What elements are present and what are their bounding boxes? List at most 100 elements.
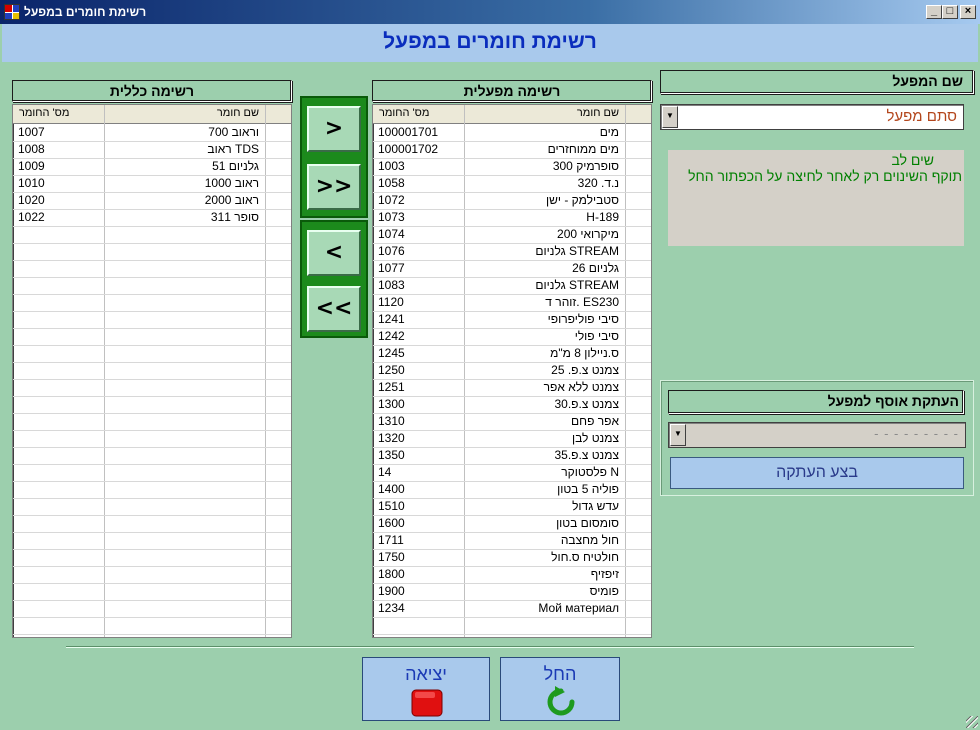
add-all-button[interactable]: >> bbox=[307, 164, 361, 210]
empty-table-row[interactable] bbox=[13, 481, 291, 499]
empty-table-row[interactable] bbox=[13, 226, 291, 244]
factory-select-value: סתם מפעל bbox=[886, 108, 957, 125]
table-row[interactable]: פוליה 5 בטון 1400 bbox=[373, 481, 651, 499]
table-row[interactable]: חול מחצבה 1711 bbox=[373, 532, 651, 550]
separator-line bbox=[66, 646, 914, 648]
copy-section-label: העתקת אוסף למפעל bbox=[827, 393, 959, 409]
resize-grip[interactable] bbox=[966, 716, 978, 728]
table-row[interactable]: סטבילמק - ישן 1072 bbox=[373, 192, 651, 210]
empty-table-row[interactable] bbox=[13, 464, 291, 482]
empty-table-row[interactable] bbox=[13, 532, 291, 550]
empty-table-row[interactable] bbox=[13, 396, 291, 414]
remove-all-button[interactable]: << bbox=[307, 286, 361, 332]
add-selected-button[interactable]: > bbox=[307, 106, 361, 152]
material-name: גלניום 26 bbox=[572, 261, 619, 275]
empty-table-row[interactable] bbox=[13, 447, 291, 465]
table-row[interactable]: N פלסטוקר 14 bbox=[373, 464, 651, 482]
material-name: צמנט צ.פ.30 bbox=[554, 397, 619, 411]
material-number: 1072 bbox=[378, 193, 405, 207]
chevron-down-icon[interactable]: ▼ bbox=[670, 424, 686, 446]
table-row[interactable]: צמנט לבן 1320 bbox=[373, 430, 651, 448]
empty-table-row[interactable] bbox=[373, 617, 651, 635]
table-row[interactable]: ראוב 1000 1010 bbox=[13, 175, 291, 193]
table-row[interactable]: STREAM גלניום 1083 bbox=[373, 277, 651, 295]
empty-table-row[interactable] bbox=[13, 294, 291, 312]
empty-table-row[interactable] bbox=[13, 566, 291, 584]
minimize-button[interactable]: _ bbox=[926, 5, 942, 19]
table-row[interactable]: TDS ראוב 1008 bbox=[13, 141, 291, 159]
empty-table-row[interactable] bbox=[13, 413, 291, 431]
factory-list-grid[interactable]: מס' החומר שם חומר מים 100001701 מים ממוחזר… bbox=[372, 104, 652, 638]
empty-table-row[interactable] bbox=[13, 430, 291, 448]
table-row[interactable]: צמנט ללא אפר 1251 bbox=[373, 379, 651, 397]
table-row[interactable]: ראוב 2000 1020 bbox=[13, 192, 291, 210]
empty-table-row[interactable] bbox=[13, 345, 291, 363]
empty-table-row[interactable] bbox=[13, 243, 291, 261]
maximize-button[interactable]: □ bbox=[942, 5, 958, 19]
material-name: זיפזיף bbox=[590, 567, 619, 581]
table-row[interactable]: ES230 .זוהר ד 1120 bbox=[373, 294, 651, 312]
table-row[interactable]: חולטיח ס.חול 1750 bbox=[373, 549, 651, 567]
material-number: 1083 bbox=[378, 278, 405, 292]
material-number: 1800 bbox=[378, 567, 405, 581]
material-number: 1073 bbox=[378, 210, 405, 224]
chevron-down-icon[interactable]: ▼ bbox=[662, 106, 678, 128]
empty-table-row[interactable] bbox=[13, 379, 291, 397]
empty-table-row[interactable] bbox=[13, 260, 291, 278]
empty-table-row[interactable] bbox=[13, 328, 291, 346]
column-header-name[interactable]: שם חומר bbox=[577, 107, 619, 119]
material-number: 1008 bbox=[18, 142, 45, 156]
copy-section-label-box: העתקת אוסף למפעל bbox=[668, 390, 964, 414]
table-row[interactable]: STREAM גלניום 1076 bbox=[373, 243, 651, 261]
table-row[interactable]: סיבי פולי 1242 bbox=[373, 328, 651, 346]
empty-table-row[interactable] bbox=[13, 498, 291, 516]
table-row[interactable]: צמנט צ.פ.35 1350 bbox=[373, 447, 651, 465]
table-row[interactable]: פומיס 1900 bbox=[373, 583, 651, 601]
empty-table-row[interactable] bbox=[13, 583, 291, 601]
empty-table-row[interactable] bbox=[13, 311, 291, 329]
table-row[interactable]: צמנט צ.פ.30 1300 bbox=[373, 396, 651, 414]
apply-button[interactable]: החל bbox=[500, 657, 620, 721]
table-row[interactable]: 189-H 1073 bbox=[373, 209, 651, 227]
table-row[interactable]: מיקרואי 200 1074 bbox=[373, 226, 651, 244]
table-row[interactable]: סיבי פוליפרופי 1241 bbox=[373, 311, 651, 329]
general-list-grid[interactable]: מס' החומר שם חומר וראוב 700 1007 TDS ראוב 1… bbox=[12, 104, 292, 638]
material-name: נ.ד. 320 bbox=[577, 176, 619, 190]
table-row[interactable]: צמנט צ.פ. 25 1250 bbox=[373, 362, 651, 380]
empty-table-row[interactable] bbox=[13, 617, 291, 635]
material-number: 1310 bbox=[378, 414, 405, 428]
table-row[interactable]: מים ממוחזרים 100001702 bbox=[373, 141, 651, 159]
table-row[interactable]: סופר 311 1022 bbox=[13, 209, 291, 227]
empty-table-row[interactable] bbox=[13, 277, 291, 295]
empty-table-row[interactable] bbox=[13, 549, 291, 567]
copy-target-select[interactable]: ▼ - - - - - - - - - bbox=[668, 422, 966, 448]
factory-select[interactable]: ▼ סתם מפעל bbox=[660, 104, 964, 130]
table-row[interactable]: סופרמיק 300 1003 bbox=[373, 158, 651, 176]
material-number: 1058 bbox=[378, 176, 405, 190]
column-header-number[interactable]: מס' החומר bbox=[19, 107, 69, 119]
table-row[interactable]: עדש גדול 1510 bbox=[373, 498, 651, 516]
material-name: סופרמיק 300 bbox=[552, 159, 619, 173]
remove-selected-button[interactable]: < bbox=[307, 230, 361, 276]
close-button[interactable]: × bbox=[960, 5, 976, 19]
table-row[interactable]: אפר פחם 1310 bbox=[373, 413, 651, 431]
table-row[interactable]: ס.ניילון 8 מ"מ 1245 bbox=[373, 345, 651, 363]
table-row[interactable]: וראוב 700 1007 bbox=[13, 124, 291, 142]
title-bar: רשימת חומרים במפעל _ □ × bbox=[0, 0, 980, 24]
empty-table-row[interactable] bbox=[13, 362, 291, 380]
material-number: 1320 bbox=[378, 431, 405, 445]
table-row[interactable]: סומסום בטון 1600 bbox=[373, 515, 651, 533]
table-row[interactable]: גלניום 26 1077 bbox=[373, 260, 651, 278]
column-header-number[interactable]: מס' החומר bbox=[379, 107, 429, 119]
table-row[interactable]: נ.ד. 320 1058 bbox=[373, 175, 651, 193]
column-header-name[interactable]: שם חומר bbox=[217, 107, 259, 119]
execute-copy-button[interactable]: בצע העתקה bbox=[670, 457, 964, 489]
table-row[interactable]: מים 100001701 bbox=[373, 124, 651, 142]
empty-table-row[interactable] bbox=[13, 515, 291, 533]
table-row[interactable]: זיפזיף 1800 bbox=[373, 566, 651, 584]
table-row[interactable]: Мой материал 1234 bbox=[373, 600, 651, 618]
exit-button[interactable]: יציאה bbox=[362, 657, 490, 721]
table-row[interactable]: גלניום 51 1009 bbox=[13, 158, 291, 176]
notice-title: שים לב bbox=[891, 152, 934, 168]
empty-table-row[interactable] bbox=[13, 600, 291, 618]
